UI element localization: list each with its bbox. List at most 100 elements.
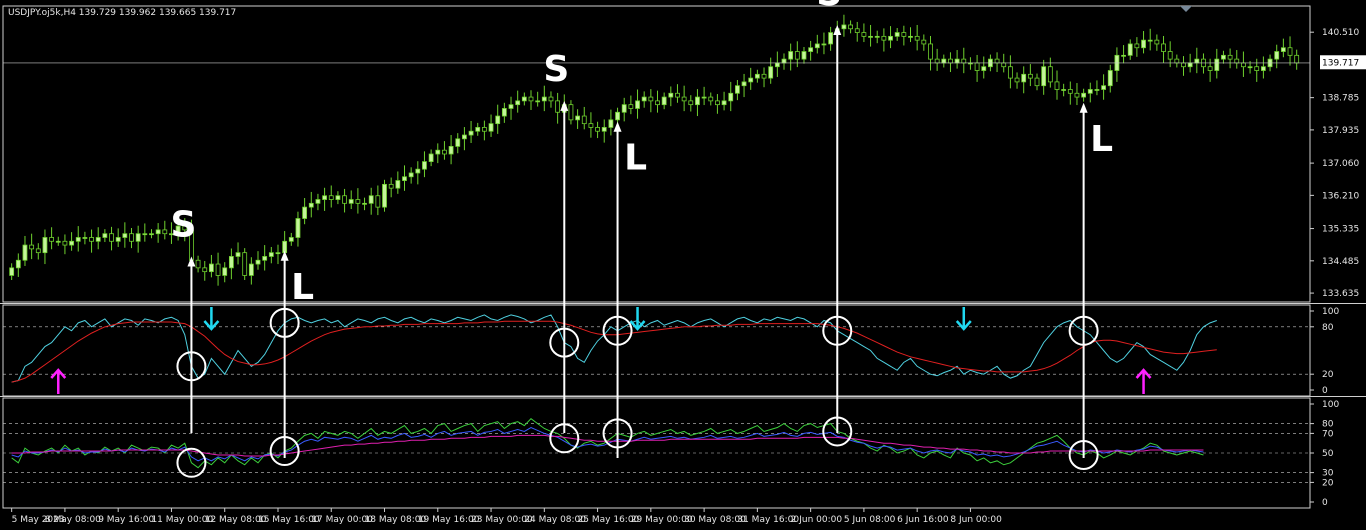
candle-body (388, 183, 394, 189)
candle-body (894, 32, 900, 37)
time-tick-label: 8 May 08:00 (45, 515, 101, 525)
candle-body (209, 263, 214, 273)
candle-body (1280, 47, 1286, 52)
candle-body (1241, 62, 1246, 68)
candle-body (235, 252, 241, 257)
candle-body (1001, 62, 1007, 68)
candle-body (195, 259, 201, 269)
candle-body (408, 172, 414, 178)
candle-body (821, 43, 827, 46)
candle-body (49, 237, 55, 242)
candle-body (322, 195, 327, 200)
candle-body (508, 104, 514, 109)
candle-body (535, 100, 541, 103)
candle-body (1107, 70, 1113, 87)
candle-body (302, 206, 308, 219)
candle-body (1247, 66, 1253, 69)
candle-body (455, 138, 461, 147)
candle-body (848, 24, 853, 30)
candle-body (741, 81, 747, 87)
candle-body (468, 130, 474, 136)
candle-body (149, 233, 154, 236)
candle-body (581, 115, 587, 125)
candle-body (435, 149, 441, 155)
stochastic-scale-tick-label: 20 (1322, 370, 1334, 380)
candle-body (22, 244, 28, 261)
candle-body (1101, 85, 1106, 90)
candle-body (295, 218, 301, 238)
candle-body (515, 100, 521, 106)
candle-body (288, 237, 294, 242)
rsi-scale-tick-label: 20 (1322, 478, 1334, 488)
candle-body (1027, 73, 1033, 79)
candle-body (89, 237, 94, 242)
candle-body (608, 119, 614, 128)
trade-label: L (291, 267, 314, 308)
candle-body (375, 195, 381, 208)
stochastic-scale-tick-label: 80 (1322, 323, 1334, 333)
candle-body (228, 256, 234, 269)
candle-body (701, 96, 707, 99)
candle-body (1061, 89, 1067, 91)
candle-body (382, 183, 387, 208)
candle-body (342, 195, 347, 204)
candle-body (308, 202, 314, 208)
price-tick-label: 136.210 (1322, 191, 1359, 201)
candle-body (29, 244, 35, 250)
candle-body (215, 263, 221, 276)
candle-body (601, 127, 607, 132)
candle-body (1007, 66, 1013, 79)
trade-label: L (624, 138, 647, 179)
candle-body (1234, 58, 1240, 64)
candle-body (442, 149, 447, 155)
candle-body (695, 96, 700, 106)
candle-body (715, 100, 720, 106)
candle-body (1021, 73, 1027, 83)
candle-body (781, 58, 787, 64)
candle-body (768, 66, 774, 79)
price-tick-label: 134.485 (1322, 257, 1359, 267)
candle-body (335, 195, 341, 200)
trade-label: S (816, 0, 842, 14)
candle-body (415, 168, 421, 174)
candle-body (202, 267, 208, 273)
candle-body (675, 92, 680, 98)
candle-body (255, 259, 261, 265)
candle-body (462, 134, 467, 140)
candle-body (355, 199, 361, 204)
candle-body (1081, 92, 1087, 98)
candle-body (448, 146, 454, 155)
candle-body (681, 96, 687, 102)
candle-body (1221, 54, 1226, 60)
candle-body (1294, 54, 1300, 64)
trade-label: S (543, 49, 569, 90)
rsi-scale-tick-label: 50 (1322, 449, 1334, 459)
candle-body (828, 32, 834, 45)
candle-body (794, 51, 800, 60)
price-tick-label: 137.935 (1322, 126, 1359, 136)
rsi-scale-tick-label: 30 (1322, 469, 1334, 479)
candle-body (481, 127, 487, 132)
rsi-scale-tick-label: 70 (1322, 429, 1334, 439)
candle-body (761, 73, 767, 79)
time-tick-label: 2 Jun 00:00 (791, 515, 843, 525)
price-tick-label: 137.060 (1322, 159, 1359, 169)
candle-body (721, 100, 727, 106)
candle-body (841, 24, 847, 30)
candle-body (981, 66, 987, 71)
candle-body (748, 77, 754, 83)
candle-body (1227, 54, 1233, 60)
candle-body (688, 100, 694, 106)
candle-body (1260, 66, 1266, 71)
candle-body (1094, 89, 1100, 91)
candle-body (428, 153, 434, 162)
candle-body (62, 240, 68, 246)
candle-body (368, 195, 374, 204)
candle-body (242, 252, 248, 276)
candle-body (1287, 47, 1293, 56)
candle-body (788, 51, 794, 60)
current-price-label: 139.717 (1322, 58, 1359, 68)
chart-canvas: USDJPY.oj5k,H4 139.729 139.962 139.665 1… (0, 0, 1366, 530)
candle-body (155, 229, 161, 235)
candle-body (974, 62, 980, 71)
